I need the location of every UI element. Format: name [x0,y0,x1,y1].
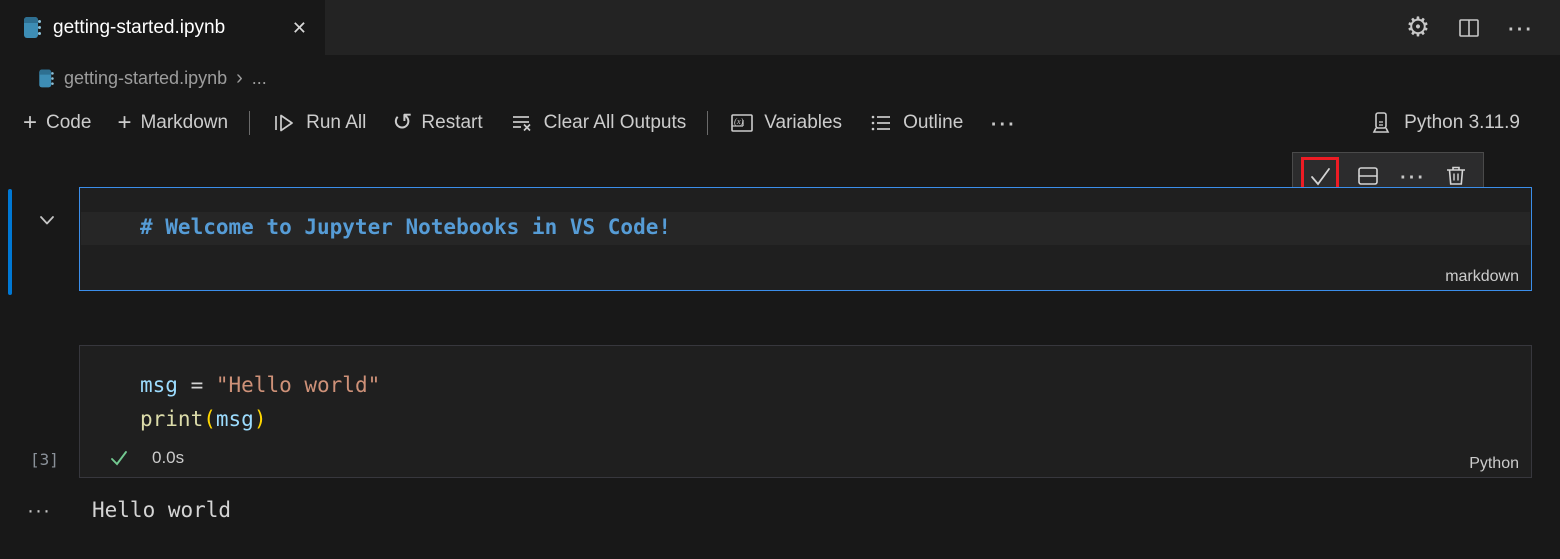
more-icon: ⋯ [1399,163,1426,189]
code-token: ) [254,407,267,431]
toolbar-more-button[interactable]: ⋯ [976,104,1029,142]
add-code-label: Code [46,112,91,134]
tab-getting-started[interactable]: getting-started.ipynb ✕ [0,0,325,55]
split-editor-button[interactable] [1455,14,1483,42]
cell-language-picker[interactable]: Python [1469,455,1519,473]
clear-all-outputs-button[interactable]: Clear All Outputs [496,105,700,141]
svg-text:(x): (x) [734,116,744,126]
toolbar-separator [249,111,250,135]
notebook-file-icon [39,69,53,87]
execution-time: 0.0s [152,448,184,468]
settings-button[interactable]: ⚙ [1404,14,1432,42]
restart-label: Restart [421,112,482,134]
clear-outputs-icon [509,111,535,135]
vscode-notebook-window: getting-started.ipynb ✕ ⚙ ⋯ getting-star… [0,0,1560,559]
add-markdown-label: Markdown [140,112,228,134]
code-token: msg [216,407,254,431]
kernel-label: Python 3.11.9 [1404,112,1520,134]
markdown-cell-editor[interactable]: # Welcome to Jupyter Notebooks in VS Cod… [79,187,1532,291]
restart-button[interactable]: ↺ Restart [379,106,495,140]
execution-status: 0.0s [108,447,184,469]
split-cell-icon [1355,163,1381,189]
success-check-icon [108,447,130,469]
code-token: "Hello world" [216,373,380,397]
split-editor-icon [1457,16,1481,40]
variables-button[interactable]: (x) Variables [716,105,855,141]
code-token: = [178,373,216,397]
clear-outputs-label: Clear All Outputs [544,112,687,134]
markdown-source: # Welcome to Jupyter Notebooks in VS Cod… [140,215,671,239]
breadcrumb-more[interactable]: ... [252,68,267,89]
add-markdown-cell-button[interactable]: + Markdown [104,106,241,140]
check-icon [1307,163,1333,189]
kernel-vm-icon [1368,110,1394,136]
delete-cell-button[interactable] [1441,161,1471,191]
variables-icon: (x) [729,111,755,135]
code-token: msg [140,373,178,397]
code-cell-editor[interactable]: msg = "Hello world"print(msg) 0.0s Pytho… [79,345,1532,478]
chevron-right-icon: › [236,67,243,90]
cell-more-actions-button[interactable]: ⋯ [1397,161,1427,191]
run-all-icon [271,111,297,135]
breadcrumb: getting-started.ipynb › ... [38,62,267,94]
plus-icon: + [23,113,37,133]
code-token: print [140,407,203,431]
more-actions-button[interactable]: ⋯ [1506,14,1534,42]
chevron-down-icon [34,207,60,233]
run-all-label: Run All [306,112,366,134]
plus-icon: + [117,113,131,133]
more-icon: ⋯ [1507,15,1534,41]
outline-label: Outline [903,112,963,134]
toolbar-separator [707,111,708,135]
tab-title: getting-started.ipynb [53,17,276,39]
output-text: Hello world [92,498,231,522]
editor-actions: ⚙ ⋯ [1404,0,1534,55]
output-options-button[interactable]: ··· [27,500,51,521]
outline-icon [868,111,894,135]
execution-count: [3] [30,450,59,469]
collapse-cell-button[interactable] [34,207,60,233]
run-all-button[interactable]: Run All [258,105,379,141]
tab-bar: getting-started.ipynb ✕ ⚙ ⋯ [0,0,1560,55]
cell-focus-bar[interactable] [8,189,12,295]
notebook-toolbar: + Code + Markdown Run All ↺ Restart [10,98,1560,148]
breadcrumb-file[interactable]: getting-started.ipynb [64,68,227,89]
kernel-picker-button[interactable]: Python 3.11.9 [1368,98,1520,148]
split-cell-button[interactable] [1353,161,1383,191]
add-code-cell-button[interactable]: + Code [10,106,104,140]
outline-button[interactable]: Outline [855,105,976,141]
trash-icon [1443,163,1469,189]
gear-icon: ⚙ [1406,14,1430,41]
cell-language-picker[interactable]: markdown [1445,268,1519,286]
notebook-file-icon [24,17,41,38]
code-source: msg = "Hello world"print(msg) [140,368,380,436]
variables-label: Variables [764,112,842,134]
more-icon: ⋯ [989,110,1016,136]
code-token: ( [203,407,216,431]
restart-icon: ↺ [392,113,412,133]
close-icon[interactable]: ✕ [288,17,311,39]
